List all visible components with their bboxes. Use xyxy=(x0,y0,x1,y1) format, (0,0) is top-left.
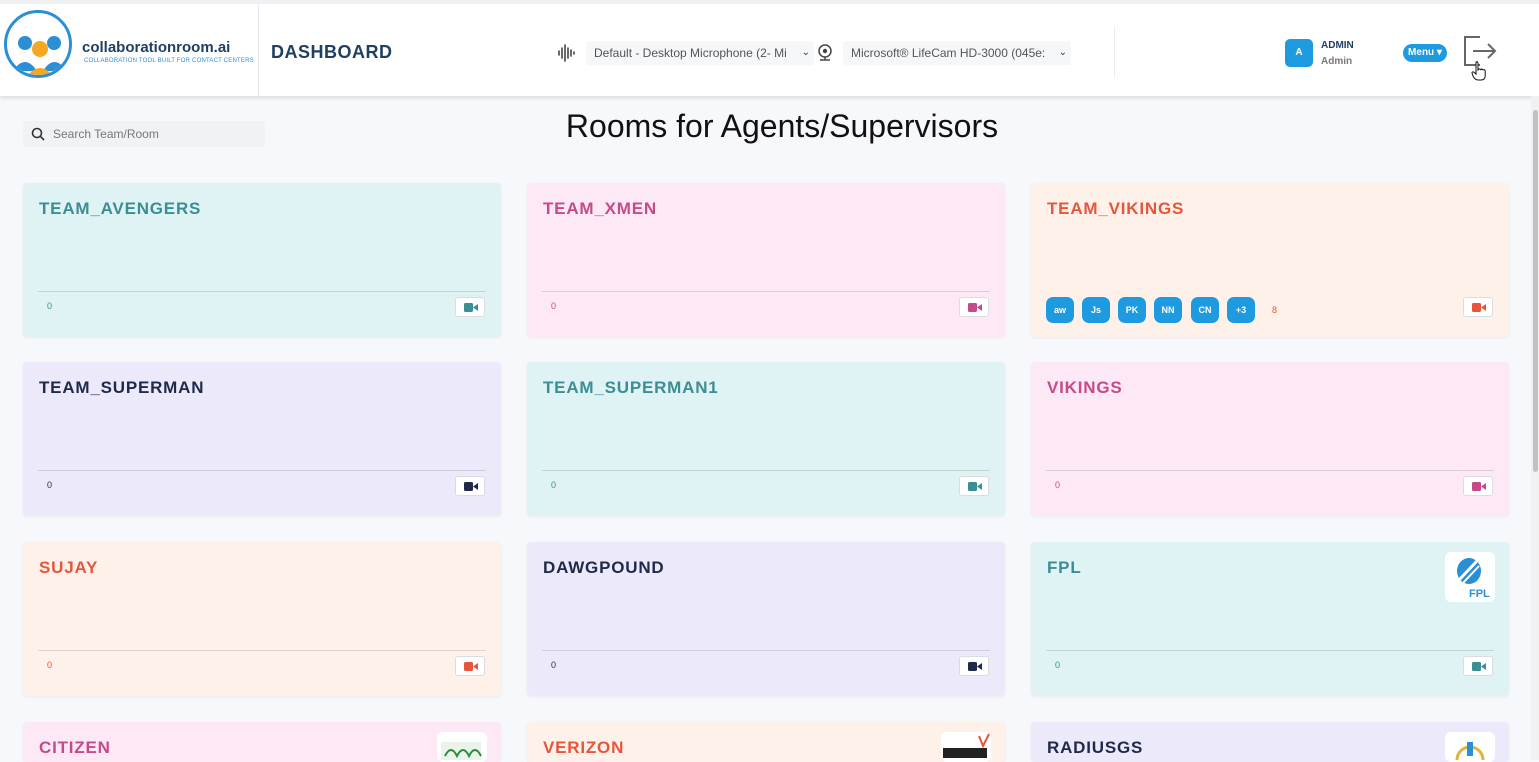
room-card-team-xmen[interactable]: TEAM_XMEN 0 xyxy=(527,183,1005,337)
video-camera-icon xyxy=(968,662,982,671)
scrollbar-thumb[interactable] xyxy=(1533,110,1538,472)
card-divider xyxy=(38,291,486,292)
video-camera-icon xyxy=(1472,303,1486,312)
join-video-button[interactable] xyxy=(959,656,989,676)
citizen-logo xyxy=(437,732,487,762)
room-card-team-avengers[interactable]: TEAM_AVENGERS 0 xyxy=(23,183,501,337)
app-logo[interactable]: collaborationroom.ai COLLABORATION TOOL … xyxy=(4,10,254,80)
user-name: ADMIN xyxy=(1321,40,1354,51)
brand-name: collaborationroom.ai xyxy=(82,39,231,56)
room-card-verizon[interactable]: VERIZON xyxy=(527,722,1005,762)
room-name: RADIUSGS xyxy=(1047,738,1144,757)
camera-select-value: Microsoft® LifeCam HD-3000 (045e: xyxy=(851,46,1046,60)
card-divider xyxy=(542,291,990,292)
header-divider xyxy=(1114,26,1115,78)
participant-count: 0 xyxy=(551,480,557,490)
join-video-button[interactable] xyxy=(455,297,485,317)
room-card-team-superman[interactable]: TEAM_SUPERMAN 0 xyxy=(23,362,501,516)
fpl-logo: FPL xyxy=(1445,552,1495,602)
participant-count: 0 xyxy=(551,301,557,311)
participant-count: 0 xyxy=(551,660,557,670)
avatar[interactable]: A xyxy=(1285,39,1313,67)
video-camera-icon xyxy=(968,482,982,491)
room-card-team-vikings[interactable]: TEAM_VIKINGS aw Js PK NN CN +3 8 xyxy=(1031,183,1509,337)
microphone-select-value: Default - Desktop Microphone (2- Mi xyxy=(594,46,787,60)
card-divider xyxy=(38,470,486,471)
chevron-down-icon: ⌄ xyxy=(1058,47,1067,58)
member-chip[interactable]: NN xyxy=(1154,297,1182,323)
room-card-citizen[interactable]: CITIZEN xyxy=(23,722,501,762)
user-role: Admin xyxy=(1321,56,1353,67)
participant-count: 0 xyxy=(1055,480,1061,490)
room-card-dawgpound[interactable]: DAWGPOUND 0 xyxy=(527,542,1005,696)
participant-count: 0 xyxy=(47,660,53,670)
video-camera-icon xyxy=(968,303,982,312)
video-camera-icon xyxy=(1472,662,1486,671)
page-title: Rooms for Agents/Supervisors xyxy=(565,108,999,144)
room-card-fpl[interactable]: FPL FPL 0 xyxy=(1031,542,1509,696)
member-chip[interactable]: PK xyxy=(1118,297,1146,323)
join-video-button[interactable] xyxy=(959,297,989,317)
room-name: TEAM_XMEN xyxy=(543,199,657,218)
join-video-button[interactable] xyxy=(1463,297,1493,317)
member-chip[interactable]: Js xyxy=(1082,297,1110,323)
video-camera-icon xyxy=(1472,482,1486,491)
participant-count: 0 xyxy=(47,480,53,490)
room-name: CITIZEN xyxy=(39,738,111,757)
join-video-button[interactable] xyxy=(455,656,485,676)
page-heading: DASHBOARD xyxy=(271,42,393,62)
card-divider xyxy=(542,470,990,471)
radiusgs-logo xyxy=(1445,732,1495,762)
join-video-button[interactable] xyxy=(959,476,989,496)
logo-people-icon xyxy=(4,10,72,78)
room-name: TEAM_SUPERMAN1 xyxy=(543,378,719,397)
room-name: TEAM_AVENGERS xyxy=(39,199,202,218)
room-name: FPL xyxy=(1047,558,1082,577)
verizon-logo xyxy=(941,732,991,762)
video-camera-icon xyxy=(464,303,478,312)
room-name: SUJAY xyxy=(39,558,99,577)
hand-cursor-icon xyxy=(1471,61,1486,81)
join-video-button[interactable] xyxy=(1463,656,1493,676)
room-card-team-superman1[interactable]: TEAM_SUPERMAN1 0 xyxy=(527,362,1005,516)
card-divider xyxy=(1046,470,1494,471)
join-video-button[interactable] xyxy=(455,476,485,496)
participant-count: 0 xyxy=(47,301,53,311)
video-camera-icon xyxy=(464,662,478,671)
webcam-icon xyxy=(818,44,832,61)
top-bar: collaborationroom.ai COLLABORATION TOOL … xyxy=(0,0,1539,96)
room-name: VERIZON xyxy=(543,738,625,757)
card-divider xyxy=(38,650,486,651)
fpl-logo-text: FPL xyxy=(1469,588,1490,600)
more-members-chip[interactable]: +3 xyxy=(1227,297,1255,323)
room-name: VIKINGS xyxy=(1047,378,1123,397)
member-chip[interactable]: CN xyxy=(1191,297,1219,323)
room-name: TEAM_SUPERMAN xyxy=(39,378,205,397)
camera-select[interactable]: Microsoft® LifeCam HD-3000 (045e: ⌄ xyxy=(843,41,1071,65)
card-divider xyxy=(1046,650,1494,651)
header-divider xyxy=(258,4,259,96)
room-name: DAWGPOUND xyxy=(543,558,665,577)
menu-button[interactable]: Menu ▾ xyxy=(1403,44,1447,62)
microphone-waveform-icon xyxy=(558,44,575,62)
join-video-button[interactable] xyxy=(1463,476,1493,496)
card-divider xyxy=(542,650,990,651)
room-card-vikings[interactable]: VIKINGS 0 xyxy=(1031,362,1509,516)
chevron-down-icon: ⌄ xyxy=(801,47,810,58)
room-name: TEAM_VIKINGS xyxy=(1047,199,1185,218)
room-card-radiusgs[interactable]: RADIUSGS xyxy=(1031,722,1509,762)
participant-count: 0 xyxy=(1055,660,1061,670)
member-chip[interactable]: aw xyxy=(1046,297,1074,323)
participant-count: 8 xyxy=(1272,305,1278,315)
microphone-select[interactable]: Default - Desktop Microphone (2- Mi ⌄ xyxy=(586,41,814,65)
video-camera-icon xyxy=(464,482,478,491)
room-card-sujay[interactable]: SUJAY 0 xyxy=(23,542,501,696)
brand-tagline: COLLABORATION TOOL BUILT FOR CONTACT CEN… xyxy=(84,58,254,64)
